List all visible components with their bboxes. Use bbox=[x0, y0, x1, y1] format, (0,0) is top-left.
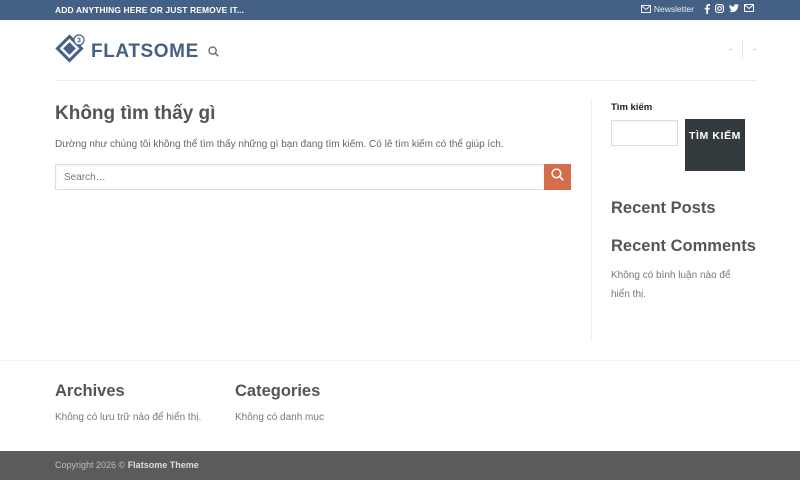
site-header: 3 FLATSOME - - bbox=[0, 20, 800, 80]
top-bar-right: Newsletter bbox=[640, 4, 754, 14]
categories-widget: Categories Không có danh mục bbox=[235, 382, 324, 423]
sidebar-search-input[interactable] bbox=[611, 120, 678, 146]
main-content: Không tìm thấy gì Dường như chúng tôi kh… bbox=[55, 100, 571, 190]
logo-mark-icon: 3 bbox=[55, 34, 85, 69]
envelope-icon bbox=[640, 5, 651, 13]
sidebar-search-label: Tìm kiếm bbox=[611, 102, 653, 113]
copyright-text: Copyright 2026 © Flatsome Theme bbox=[55, 460, 199, 470]
copyright-label: Copyright 2026 © bbox=[55, 460, 126, 470]
facebook-icon[interactable] bbox=[704, 4, 710, 14]
archives-empty: Không có lưu trữ nào để hiển thị. bbox=[55, 412, 202, 423]
not-found-message: Dường như chúng tôi không thể tìm thấy n… bbox=[55, 139, 504, 150]
search-input[interactable] bbox=[55, 164, 544, 190]
theme-link[interactable]: Flatsome Theme bbox=[128, 460, 199, 470]
footer-divider bbox=[0, 360, 800, 361]
sidebar-search-button[interactable]: TÌM KIẾM bbox=[685, 119, 745, 171]
logo-text: FLATSOME bbox=[91, 40, 199, 62]
site-logo[interactable]: 3 FLATSOME bbox=[55, 34, 199, 69]
main-search-form bbox=[55, 164, 571, 190]
recent-posts-title: Recent Posts bbox=[611, 199, 716, 217]
page-title: Không tìm thấy gì bbox=[55, 103, 216, 124]
header-nav-item-2[interactable]: - bbox=[753, 44, 756, 59]
newsletter-link[interactable]: Newsletter bbox=[640, 4, 694, 14]
recent-comments-title: Recent Comments bbox=[611, 237, 756, 255]
categories-empty: Không có danh mục bbox=[235, 412, 324, 423]
header-nav-divider bbox=[742, 39, 743, 59]
search-icon bbox=[551, 168, 564, 186]
search-icon bbox=[208, 44, 219, 61]
newsletter-label: Newsletter bbox=[653, 4, 694, 14]
categories-title: Categories bbox=[235, 382, 321, 400]
social-icons bbox=[704, 4, 754, 14]
logo-badge: 3 bbox=[77, 38, 81, 45]
absolute-footer: Copyright 2026 © Flatsome Theme bbox=[0, 451, 800, 480]
header-divider bbox=[55, 80, 756, 81]
archives-widget: Archives Không có lưu trữ nào để hiển th… bbox=[55, 382, 201, 423]
archives-title: Archives bbox=[55, 382, 125, 400]
header-nav: - - bbox=[729, 39, 756, 59]
top-bar-promo: ADD ANYTHING HERE OR JUST REMOVE IT... bbox=[55, 5, 245, 15]
header-search-button[interactable] bbox=[208, 44, 219, 62]
top-bar: ADD ANYTHING HERE OR JUST REMOVE IT... N… bbox=[0, 0, 800, 20]
email-icon[interactable] bbox=[744, 4, 754, 14]
sidebar-divider bbox=[591, 100, 592, 340]
search-submit-button[interactable] bbox=[544, 164, 571, 190]
header-nav-item-1[interactable]: - bbox=[729, 44, 732, 59]
recent-comments-empty: Không có bình luận nào để hiển thị. bbox=[611, 270, 731, 300]
twitter-icon[interactable] bbox=[729, 4, 739, 14]
instagram-icon[interactable] bbox=[715, 4, 724, 14]
sidebar: Tìm kiếm TÌM KIẾM Recent Posts Recent Co… bbox=[611, 100, 761, 300]
